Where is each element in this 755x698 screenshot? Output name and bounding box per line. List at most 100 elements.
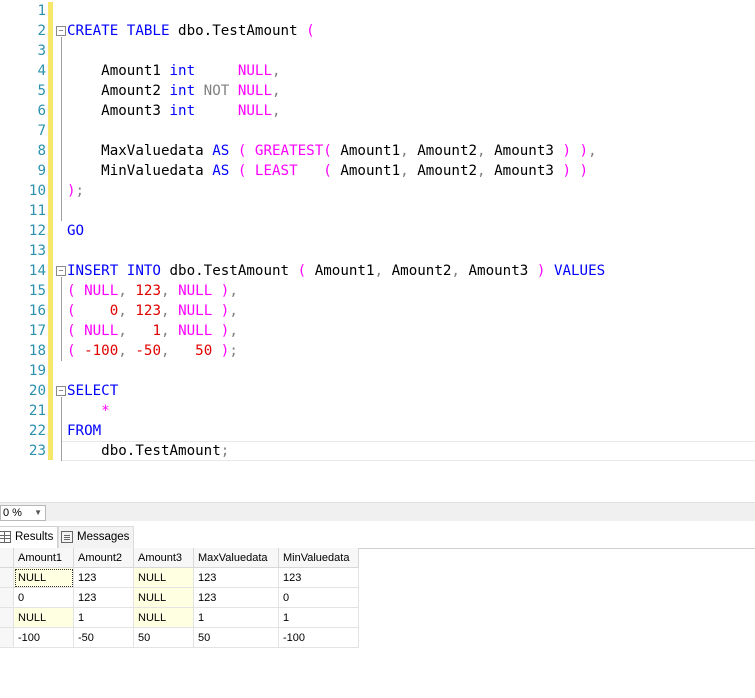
grid-cell[interactable]: -100 [13, 627, 74, 648]
line-number: 8 [37, 143, 46, 159]
grid-cell[interactable]: NULL [133, 567, 194, 588]
grid-body: NULL 123 NULL 123 123 0 123 NULL 123 0 NULL 1 NULL 1 1… [0, 567, 359, 648]
column-header[interactable]: MinValuedata [278, 548, 359, 568]
code-text: INSERT INTO dbo.TestAmount ( Amount1, Am… [67, 261, 605, 281]
code-token: INSERT INTO [67, 263, 170, 279]
line-number: 22 [28, 423, 46, 439]
row-header[interactable] [0, 607, 14, 628]
grid-cell[interactable]: 50 [193, 627, 279, 648]
code-token: NULL [237, 103, 273, 119]
table-row[interactable]: 0 123 NULL 123 0 [0, 587, 359, 608]
grid-cell[interactable]: 123 [193, 587, 279, 608]
code-token: CREATE TABLE [67, 23, 179, 39]
grid-corner [0, 548, 14, 568]
code-line[interactable]: 14− INSERT INTO dbo.TestAmount ( Amount1,… [0, 261, 755, 281]
tab-results[interactable]: Results [0, 526, 59, 548]
column-header[interactable]: Amount1 [13, 548, 74, 568]
grid-cell[interactable]: 50 [133, 627, 194, 648]
code-token: VALUES [553, 263, 606, 279]
grid-cell[interactable]: 1 [193, 607, 279, 628]
grid-cell[interactable]: 1 [73, 607, 134, 628]
table-row[interactable]: NULL 123 NULL 123 123 [0, 567, 359, 588]
code-line[interactable]: 1 [0, 1, 755, 21]
code-line[interactable]: 2− CREATE TABLE dbo.TestAmount ( [0, 21, 755, 41]
grid-cell[interactable]: NULL [133, 587, 194, 608]
zoom-value: 0 % [3, 507, 22, 519]
row-header[interactable] [0, 587, 14, 608]
grid-cell[interactable]: NULL [133, 607, 194, 628]
grid-cell[interactable]: -50 [73, 627, 134, 648]
code-line[interactable]: 9 MinValuedata AS ( LEAST ( Amount1, Amo… [0, 161, 755, 181]
code-text: dbo.TestAmount; [67, 441, 229, 461]
code-line[interactable]: 22 FROM [0, 421, 755, 441]
grid-cell[interactable]: 123 [73, 567, 134, 588]
grid-cell[interactable]: 1 [278, 607, 359, 628]
column-header[interactable]: Amount2 [73, 548, 134, 568]
column-header[interactable]: Amount3 [133, 548, 194, 568]
code-line[interactable]: 7 [0, 121, 755, 141]
grid-cell[interactable]: NULL [13, 607, 74, 628]
code-token: 123 [135, 303, 161, 319]
grid-cell[interactable]: 0 [13, 587, 74, 608]
line-number: 17 [28, 323, 46, 339]
row-header[interactable] [0, 627, 14, 648]
grid-cell[interactable]: 123 [193, 567, 279, 588]
grid-cell[interactable]: 0 [278, 587, 359, 608]
code-line[interactable]: 13 [0, 241, 755, 261]
table-row[interactable]: NULL 1 NULL 1 1 [0, 607, 359, 628]
code-token: Amount1 [67, 63, 170, 79]
code-line[interactable]: 18 ( -100, -50, 50 ); [0, 341, 755, 361]
messages-icon [61, 530, 73, 543]
code-line[interactable]: 12 GO [0, 221, 755, 241]
code-line[interactable]: 10); [0, 181, 755, 201]
code-line[interactable]: 11 [0, 201, 755, 221]
code-text: Amount3 int NULL, [67, 101, 280, 121]
code-line[interactable]: 4 Amount1 int NULL, [0, 61, 755, 81]
code-line[interactable]: 8 MaxValuedata AS ( GREATEST( Amount1, A… [0, 141, 755, 161]
code-token: , [400, 163, 418, 179]
code-token: 0 [109, 303, 119, 319]
code-token: , [477, 163, 495, 179]
code-text: * [67, 401, 110, 421]
line-number: 9 [37, 163, 46, 179]
collapse-icon[interactable]: − [56, 266, 66, 276]
code-token: ( [306, 23, 315, 39]
line-number: 11 [28, 203, 46, 219]
table-row[interactable]: -100 -50 50 50 -100 [0, 627, 359, 648]
zoom-dropdown[interactable]: 0 % ▼ [0, 505, 46, 521]
code-line[interactable]: 23 dbo.TestAmount; [0, 441, 755, 461]
code-line[interactable]: 3 [0, 41, 755, 61]
code-token: Amount3 [494, 143, 563, 159]
line-number: 14 [28, 263, 46, 279]
grid-cell[interactable]: NULL [13, 567, 74, 588]
code-token: ( [67, 343, 85, 359]
collapse-icon[interactable]: − [56, 26, 66, 36]
code-token: int [169, 83, 204, 99]
code-text: MinValuedata AS ( LEAST ( Amount1, Amoun… [67, 161, 588, 181]
grid-cell[interactable]: -100 [278, 627, 359, 648]
chevron-down-icon: ▼ [34, 508, 42, 517]
code-line[interactable]: 6 Amount3 int NULL, [0, 101, 755, 121]
grid-cell[interactable]: 123 [73, 587, 134, 608]
code-line[interactable]: 20− SELECT [0, 381, 755, 401]
code-text: Amount1 int NULL, [67, 61, 280, 81]
code-line[interactable]: 19 [0, 361, 755, 381]
row-header[interactable] [0, 567, 14, 588]
code-token: ) [67, 183, 76, 199]
code-line[interactable]: 16 ( 0, 123, NULL ), [0, 301, 755, 321]
code-token: int [169, 103, 238, 119]
code-token: -100 [84, 343, 119, 359]
results-grid[interactable]: Amount1 Amount2 Amount3 MaxValuedata Min… [0, 548, 359, 648]
grid-cell[interactable]: 123 [278, 567, 359, 588]
code-line[interactable]: 21 * [0, 401, 755, 421]
code-token: -50 [135, 343, 161, 359]
code-line[interactable]: 5 Amount2 int NOT NULL, [0, 81, 755, 101]
collapse-icon[interactable]: − [56, 386, 66, 396]
code-token: Amount2 [417, 163, 478, 179]
code-line[interactable]: 15 ( NULL, 123, NULL ), [0, 281, 755, 301]
tab-messages[interactable]: Messages [58, 526, 135, 548]
code-line[interactable]: 17 ( NULL, 1, NULL ), [0, 321, 755, 341]
query-editor[interactable]: 1 2− CREATE TABLE dbo.TestAmount (3 4 Amoun… [0, 0, 755, 461]
column-header[interactable]: MaxValuedata [193, 548, 279, 568]
code-token: , [374, 263, 392, 279]
